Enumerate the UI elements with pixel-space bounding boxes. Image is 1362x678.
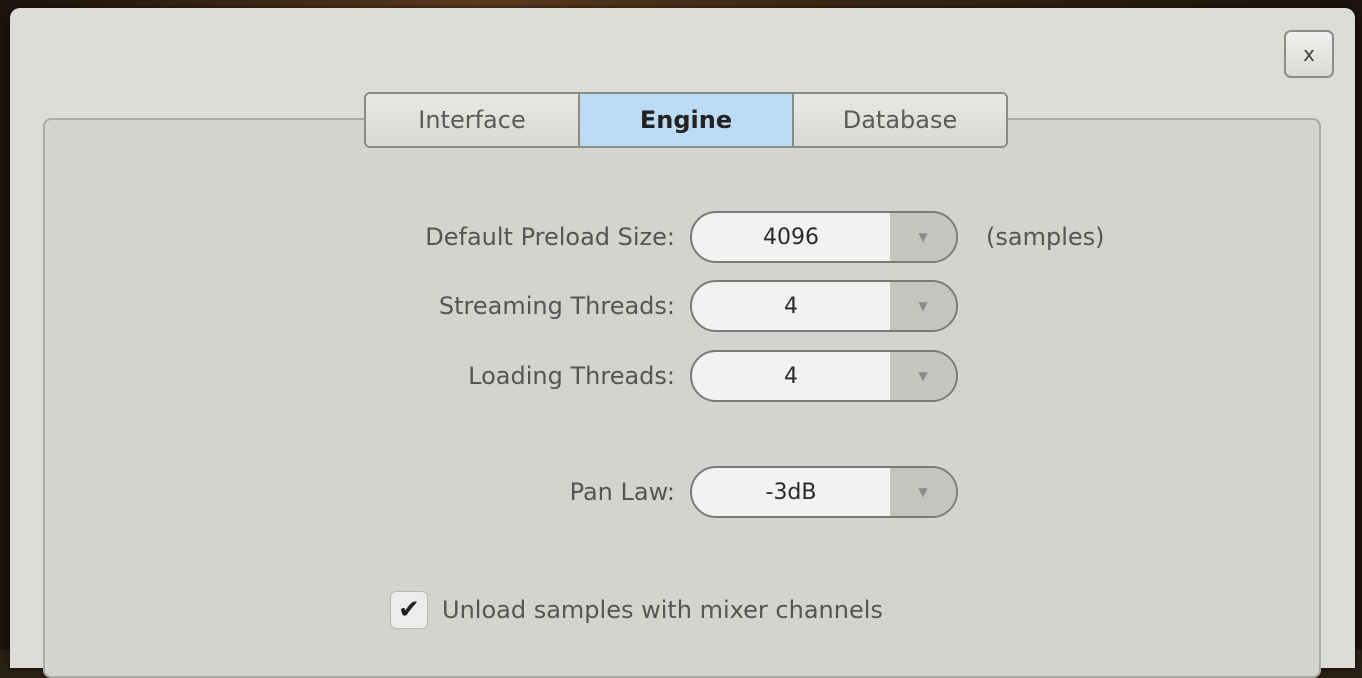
streaming-threads-row: Streaming Threads: 4 ▼ [10,280,1355,332]
chevron-down-icon: ▼ [890,282,956,330]
loading-threads-dropdown[interactable]: 4 ▼ [690,350,958,402]
loading-threads-row: Loading Threads: 4 ▼ [10,350,1355,402]
chevron-down-icon: ▼ [890,468,956,516]
close-button[interactable]: x [1284,30,1334,78]
tab-database[interactable]: Database [792,94,1006,146]
unload-samples-label: Unload samples with mixer channels [442,596,883,624]
chevron-down-icon: ▼ [890,352,956,400]
pan-law-label: Pan Law: [569,478,675,506]
pan-law-value: -3dB [765,479,817,505]
tab-bar: Interface Engine Database [364,92,1008,148]
preload-size-row: Default Preload Size: 4096 ▼ (samples) [10,211,1355,263]
streaming-threads-label: Streaming Threads: [438,292,675,320]
streaming-threads-value: 4 [784,293,798,319]
chevron-down-icon: ▼ [890,213,956,261]
tab-interface[interactable]: Interface [366,94,578,146]
pan-law-dropdown[interactable]: -3dB ▼ [690,466,958,518]
unload-samples-option[interactable]: ✔ Unload samples with mixer channels [390,591,883,629]
tab-engine[interactable]: Engine [578,94,792,146]
preload-size-value: 4096 [763,224,819,250]
preload-size-dropdown[interactable]: 4096 ▼ [690,211,958,263]
loading-threads-label: Loading Threads: [468,362,675,390]
preload-size-unit: (samples) [986,223,1105,251]
streaming-threads-dropdown[interactable]: 4 ▼ [690,280,958,332]
unload-samples-checkbox[interactable]: ✔ [390,591,428,629]
pan-law-row: Pan Law: -3dB ▼ [10,466,1355,518]
settings-dialog: x Interface Engine Database Default Prel… [10,8,1355,678]
loading-threads-value: 4 [784,363,798,389]
preload-size-label: Default Preload Size: [425,223,675,251]
